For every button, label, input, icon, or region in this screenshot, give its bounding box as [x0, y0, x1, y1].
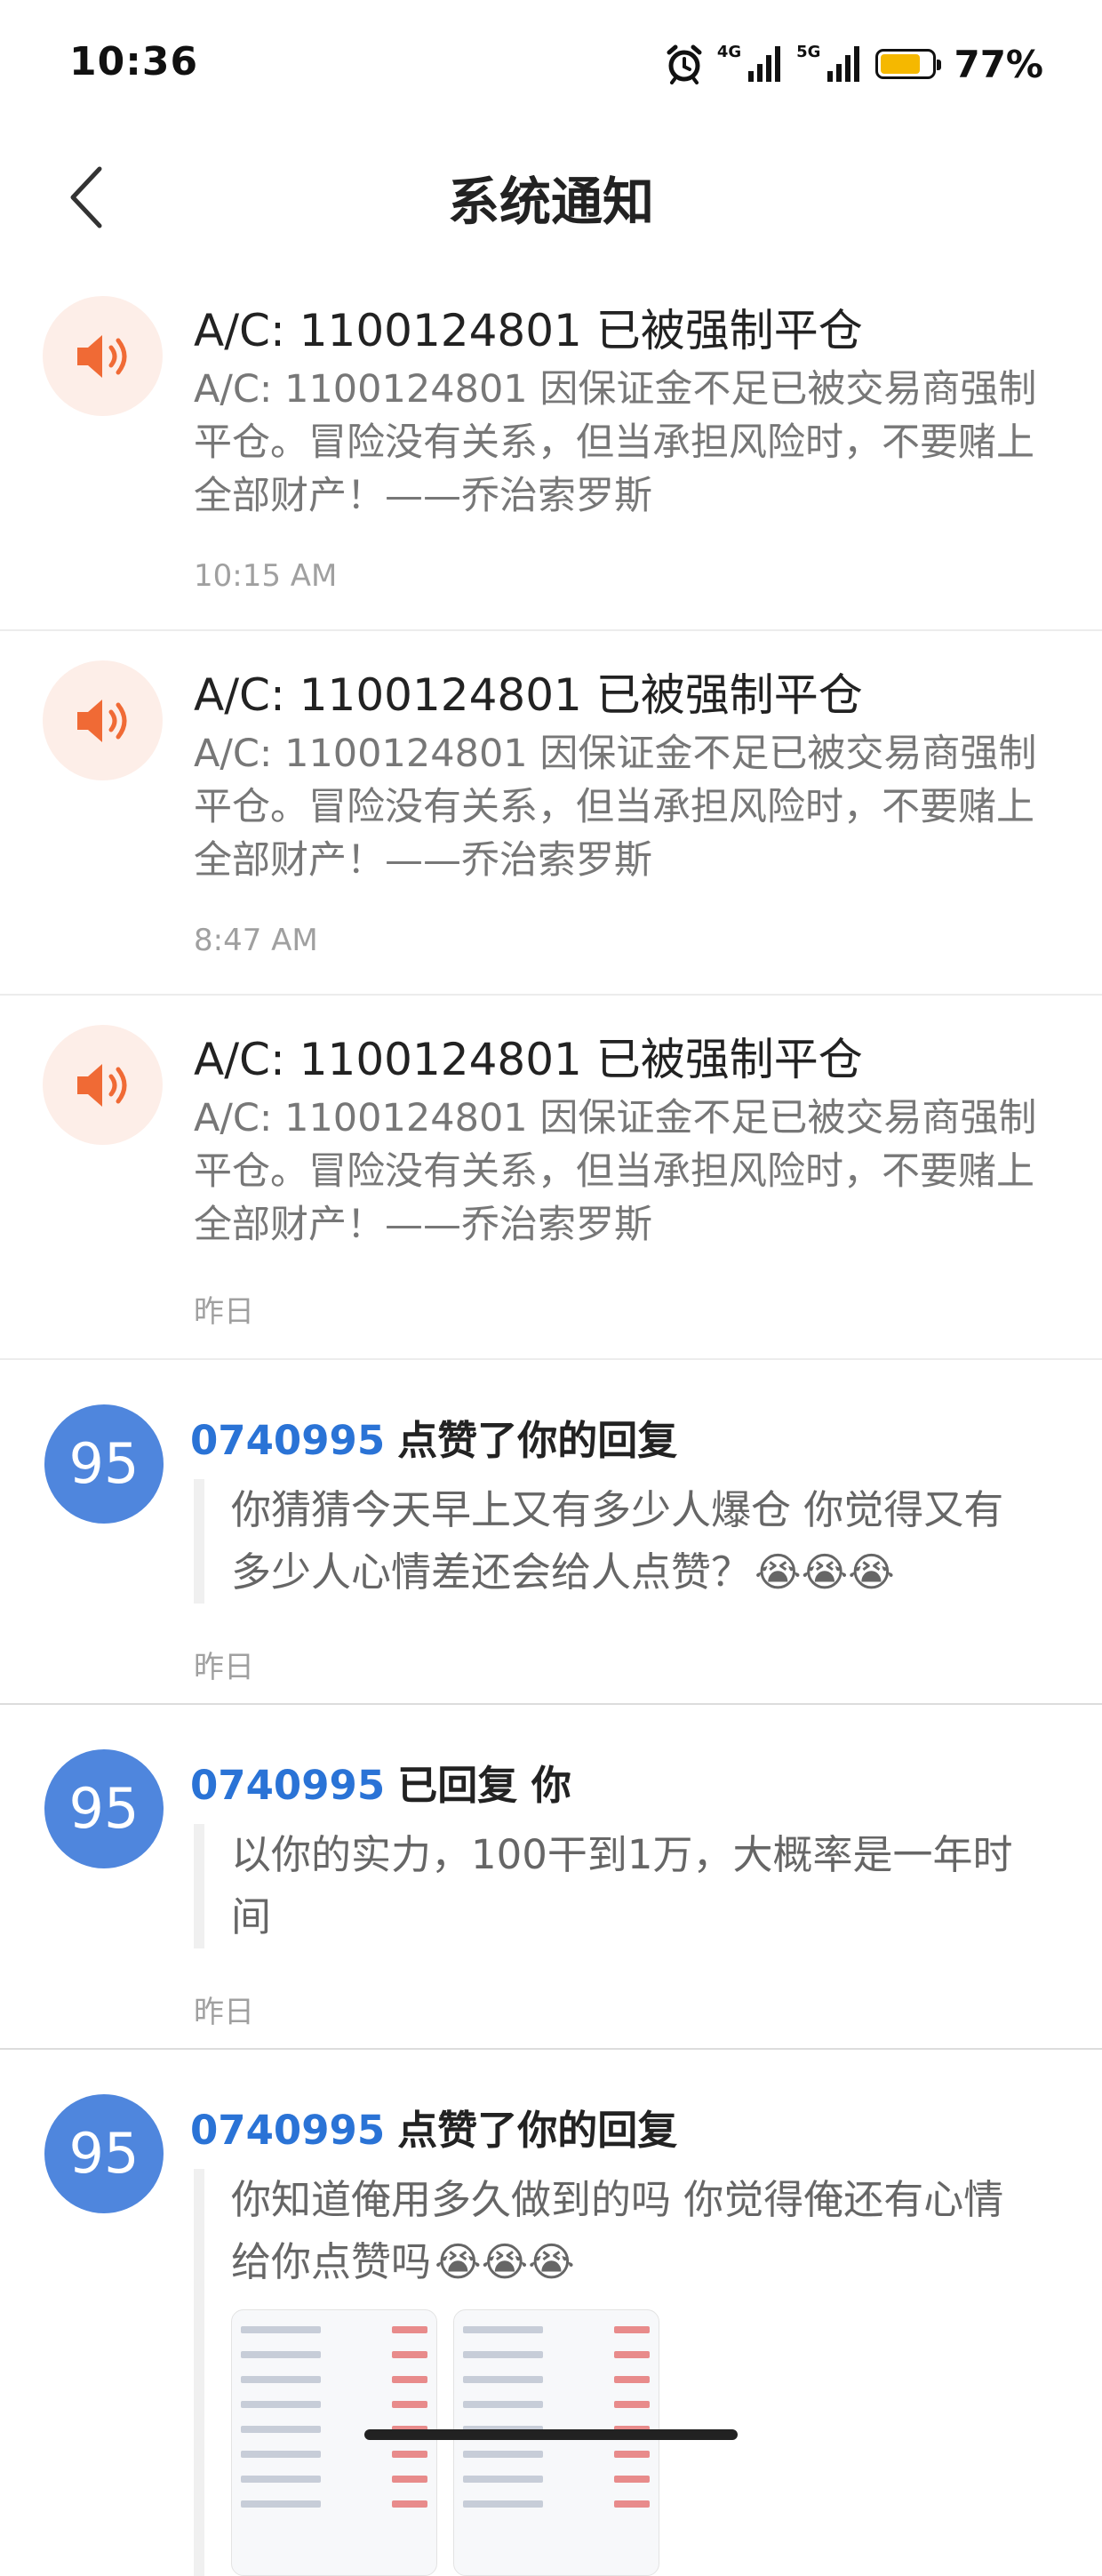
- attached-image-thumbnail[interactable]: [453, 2309, 659, 2576]
- avatar[interactable]: 95: [44, 2094, 164, 2213]
- alarm-icon: [667, 44, 702, 84]
- reply-action: 点赞了你的回复: [397, 1417, 678, 1464]
- home-indicator[interactable]: [364, 2429, 738, 2440]
- reply-action: 已回复 你: [397, 1762, 571, 1809]
- status-time: 10:36: [69, 39, 199, 84]
- notice-time: 昨日: [194, 1294, 254, 1330]
- reply-notification[interactable]: 95 0740995 已回复 你 以你的实力，100干到1万，大概率是一年时间 昨…: [0, 1705, 1102, 2050]
- reply-username[interactable]: 0740995: [190, 1762, 385, 1809]
- reply-username[interactable]: 0740995: [190, 1417, 385, 1464]
- speaker-icon: [77, 700, 127, 742]
- page-title: 系统通知: [447, 172, 654, 232]
- notice-icon-bg: [43, 1025, 163, 1145]
- battery-icon: [875, 49, 942, 79]
- system-notice[interactable]: A/C: 1100124801 已被强制平仓 A/C: 1100124801 因…: [0, 996, 1102, 1360]
- reply-quote-text: 以你的实力，100干到1万，大概率是一年时间: [231, 1831, 1013, 1940]
- status-bar: 10:36 4G 5G 77%: [0, 0, 1102, 133]
- reply-time: 昨日: [194, 1650, 254, 1685]
- reply-username[interactable]: 0740995: [190, 2107, 385, 2154]
- notice-title: A/C: 1100124801 已被强制平仓: [194, 305, 863, 356]
- speaker-icon: [77, 335, 127, 378]
- reply-time: 昨日: [194, 1995, 254, 2030]
- attached-image-thumbnail[interactable]: [231, 2309, 437, 2576]
- notice-title: A/C: 1100124801 已被强制平仓: [194, 1034, 863, 1085]
- signal-4g-icon: [748, 46, 781, 82]
- avatar[interactable]: 95: [44, 1404, 164, 1524]
- notice-title: A/C: 1100124801 已被强制平仓: [194, 669, 863, 721]
- notice-icon-bg: [43, 660, 163, 780]
- attached-images: [231, 2309, 1038, 2576]
- notice-icon-bg: [43, 296, 163, 416]
- notice-body: A/C: 1100124801 因保证金不足已被交易商强制平仓。冒险没有关系，但…: [194, 1096, 1037, 1247]
- notification-list: A/C: 1100124801 已被强制平仓 A/C: 1100124801 因…: [0, 267, 1102, 2576]
- reply-quote-text: 你知道俺用多久做到的吗 你觉得俺还有心情给你点赞吗: [231, 2176, 1004, 2285]
- reply-quote: 你知道俺用多久做到的吗 你觉得俺还有心情给你点赞吗😭😭😭: [194, 2169, 1038, 2576]
- reply-notification[interactable]: 95 0740995 点赞了你的回复 你猜猜今天早上又有多少人爆仓 你觉得又有多少…: [0, 1360, 1102, 1705]
- battery-level: [881, 54, 920, 74]
- reply-quote: 你猜猜今天早上又有多少人爆仓 你觉得又有多少人心情差还会给人点赞？😭😭😭: [194, 1479, 1038, 1604]
- notice-body: A/C: 1100124801 因保证金不足已被交易商强制平仓。冒险没有关系，但…: [194, 367, 1037, 518]
- reply-notification[interactable]: 95 0740995 点赞了你的回复 你知道俺用多久做到的吗 你觉得俺还有心情给你…: [0, 2050, 1102, 2576]
- system-notice[interactable]: A/C: 1100124801 已被强制平仓 A/C: 1100124801 因…: [0, 267, 1102, 631]
- battery-percent: 77%: [954, 42, 1043, 86]
- crying-emoji-icon: 😭😭😭: [435, 2238, 575, 2285]
- avatar[interactable]: 95: [44, 1749, 164, 1868]
- notice-body: A/C: 1100124801 因保证金不足已被交易商强制平仓。冒险没有关系，但…: [194, 732, 1037, 883]
- notice-time: 10:15 AM: [194, 558, 338, 594]
- system-notice[interactable]: A/C: 1100124801 已被强制平仓 A/C: 1100124801 因…: [0, 631, 1102, 996]
- app-header: 系统通知: [0, 133, 1102, 258]
- reply-header: 0740995 已回复 你: [190, 1753, 571, 1811]
- status-icons: 4G 5G 77%: [664, 39, 1043, 89]
- notice-time: 8:47 AM: [194, 923, 318, 958]
- network-5g-label: 5G: [796, 42, 821, 61]
- reply-quote: 以你的实力，100干到1万，大概率是一年时间: [194, 1824, 1038, 1948]
- reply-action: 点赞了你的回复: [397, 2107, 678, 2154]
- network-4g-label: 4G: [716, 42, 742, 61]
- speaker-icon: [77, 1064, 127, 1107]
- signal-5g-icon: [827, 46, 860, 82]
- reply-header: 0740995 点赞了你的回复: [190, 2098, 677, 2156]
- crying-emoji-icon: 😭😭😭: [755, 1548, 895, 1596]
- reply-header: 0740995 点赞了你的回复: [190, 1408, 677, 1466]
